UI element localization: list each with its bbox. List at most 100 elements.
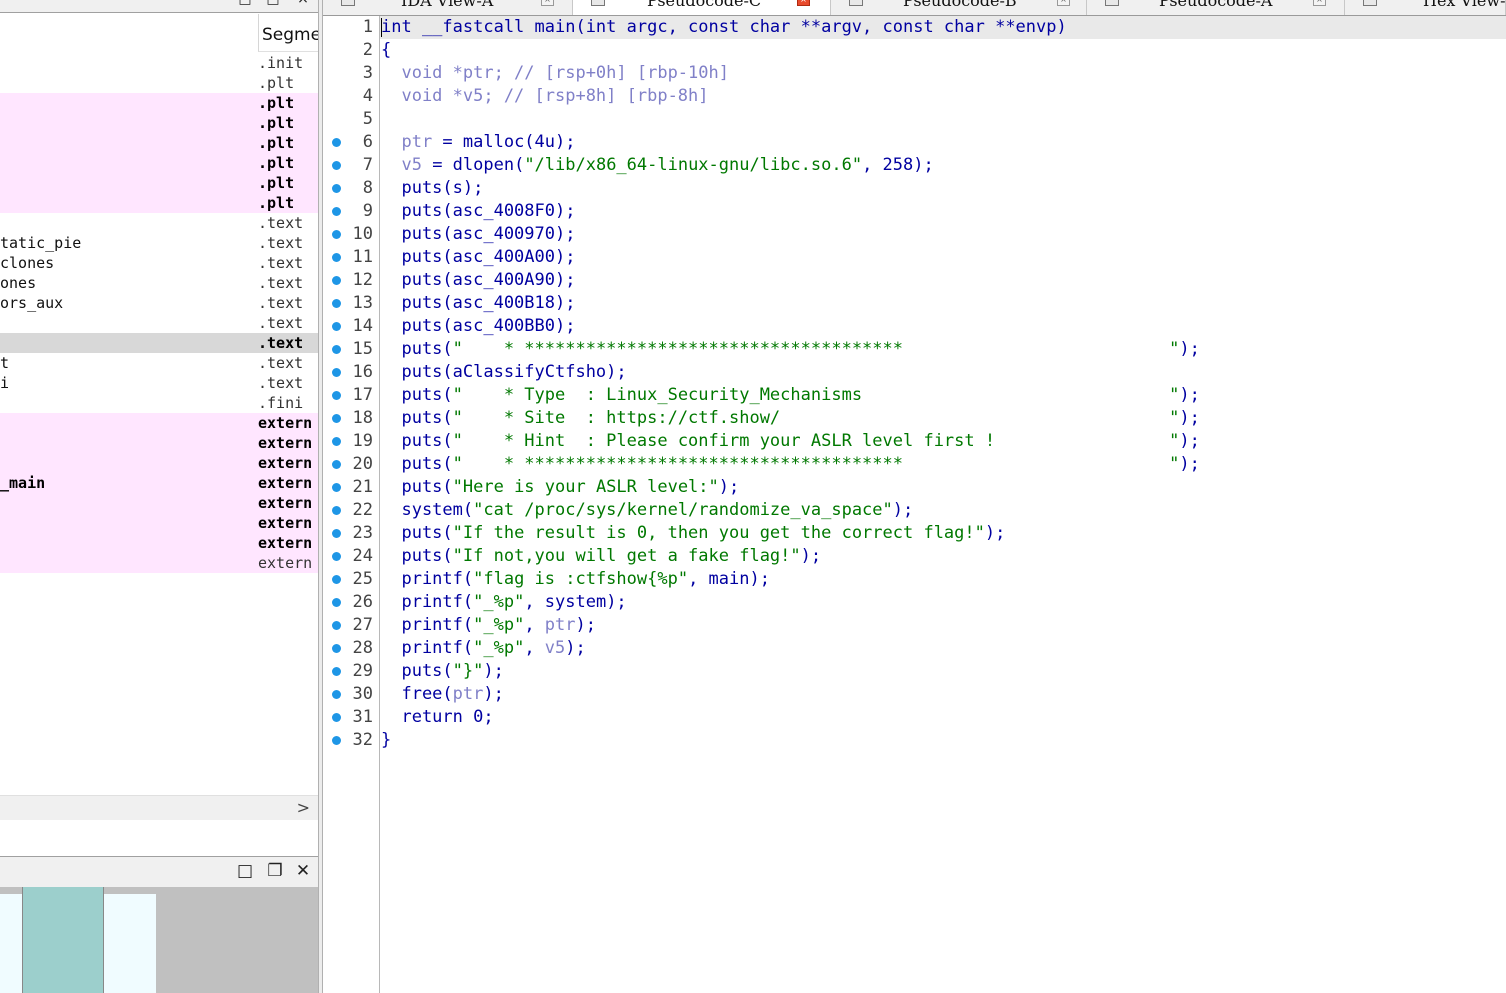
breakpoint-dot-icon[interactable] [332, 299, 341, 308]
breakpoint-dot-icon[interactable] [332, 437, 341, 446]
breakpoint-dot-icon[interactable] [332, 345, 341, 354]
restore-icon[interactable]: □ [266, 0, 280, 6]
tab-pseudocode-b[interactable]: Pseudocode-B × [831, 0, 1087, 15]
function-row[interactable]: .plt [0, 93, 318, 113]
function-row[interactable]: .plt [0, 153, 318, 173]
function-row[interactable]: _main extern [0, 473, 318, 493]
breakpoint-dot-icon[interactable] [332, 552, 341, 561]
breakpoint-dot-icon[interactable] [332, 391, 341, 400]
horizontal-scrollbar[interactable]: > [0, 795, 318, 821]
function-row[interactable]: extern [0, 453, 318, 473]
breakpoint-dot-icon[interactable] [332, 414, 341, 423]
code-line[interactable]: 20 puts(" * ****************************… [323, 453, 1506, 476]
breakpoint-dot-icon[interactable] [332, 161, 341, 170]
code-line[interactable]: 1 int __fastcall main(int argc, const cha… [323, 16, 1506, 39]
code-line[interactable]: 16 puts(aClassifyCtfsho); [323, 361, 1506, 384]
tab-pseudocode-a[interactable]: Pseudocode-A × [1087, 0, 1345, 15]
breakpoint-dot-icon[interactable] [332, 736, 341, 745]
breakpoint-dot-icon[interactable] [332, 460, 341, 469]
tab-close-icon[interactable]: × [1057, 0, 1070, 6]
code-line[interactable]: 15 puts(" * ****************************… [323, 338, 1506, 361]
pseudocode-view[interactable]: 1 int __fastcall main(int argc, const cha… [323, 16, 1506, 993]
function-row[interactable]: .fini [0, 393, 318, 413]
code-line[interactable]: 7 v5 = dlopen("/lib/x86_64-linux-gnu/lib… [323, 154, 1506, 177]
tab-pseudocode-c[interactable]: Pseudocode-C × [573, 0, 831, 15]
breakpoint-dot-icon[interactable] [332, 621, 341, 630]
function-row[interactable]: i .text [0, 373, 318, 393]
code-line[interactable]: 3 void *ptr; // [rsp+0h] [rbp-10h] [323, 62, 1506, 85]
code-line[interactable]: 28 printf("_%p", v5); [323, 637, 1506, 660]
code-line[interactable]: 14 puts(asc_400BB0); [323, 315, 1506, 338]
code-line[interactable]: 26 printf("_%p", system); [323, 591, 1506, 614]
tab-close-icon[interactable]: × [797, 0, 810, 6]
tab-ida-view-a[interactable]: IDA View-A × [323, 0, 573, 15]
breakpoint-dot-icon[interactable] [332, 368, 341, 377]
code-line[interactable]: 5 [323, 108, 1506, 131]
code-line[interactable]: 12 puts(asc_400A90); [323, 269, 1506, 292]
code-line[interactable]: 22 system("cat /proc/sys/kernel/randomiz… [323, 499, 1506, 522]
function-row[interactable]: ones .text [0, 273, 318, 293]
breakpoint-dot-icon[interactable] [332, 138, 341, 147]
function-row[interactable]: ors_aux .text [0, 293, 318, 313]
close-icon[interactable]: ✕ [294, 862, 312, 880]
code-line[interactable]: 4 void *v5; // [rsp+8h] [rbp-8h] [323, 85, 1506, 108]
tab-close-icon[interactable]: × [541, 0, 554, 6]
breakpoint-dot-icon[interactable] [332, 506, 341, 515]
function-row[interactable]: .plt [0, 193, 318, 213]
breakpoint-dot-icon[interactable] [332, 690, 341, 699]
function-row[interactable]: .plt [0, 133, 318, 153]
navigator-viewport[interactable] [22, 887, 104, 993]
code-line[interactable]: 29 puts("}"); [323, 660, 1506, 683]
maximize-icon[interactable]: □ [236, 862, 254, 880]
breakpoint-dot-icon[interactable] [332, 276, 341, 285]
breakpoint-dot-icon[interactable] [332, 667, 341, 676]
function-row[interactable]: extern [0, 513, 318, 533]
code-line[interactable]: 10 puts(asc_400970); [323, 223, 1506, 246]
function-row[interactable]: extern [0, 413, 318, 433]
function-row[interactable]: .plt [0, 173, 318, 193]
function-row[interactable]: extern [0, 533, 318, 553]
code-line[interactable]: 21 puts("Here is your ASLR level:"); [323, 476, 1506, 499]
function-row[interactable]: .text [0, 313, 318, 333]
tab-close-icon[interactable]: × [1313, 0, 1326, 6]
close-icon[interactable]: × [296, 0, 310, 6]
code-line[interactable]: 2{ [323, 39, 1506, 62]
breakpoint-dot-icon[interactable] [332, 230, 341, 239]
code-line[interactable]: 24 puts("If not,you will get a fake flag… [323, 545, 1506, 568]
code-line[interactable]: 30 free(ptr); [323, 683, 1506, 706]
function-row[interactable]: extern [0, 433, 318, 453]
breakpoint-dot-icon[interactable] [332, 322, 341, 331]
function-row[interactable]: clones .text [0, 253, 318, 273]
breakpoint-dot-icon[interactable] [332, 253, 341, 262]
function-row[interactable]: .plt [0, 73, 318, 93]
code-line[interactable]: 17 puts(" * Type : Linux_Security_Mechan… [323, 384, 1506, 407]
code-line[interactable]: 32} [323, 729, 1506, 752]
breakpoint-dot-icon[interactable] [332, 529, 341, 538]
function-row[interactable]: extern [0, 493, 318, 513]
code-line[interactable]: 18 puts(" * Site : https://ctf.show/ "); [323, 407, 1506, 430]
function-row[interactable]: t .text [0, 353, 318, 373]
segment-column-header[interactable]: Segme [258, 14, 321, 52]
breakpoint-dot-icon[interactable] [332, 713, 341, 722]
function-row[interactable]: .plt [0, 113, 318, 133]
code-line[interactable]: 13 puts(asc_400B18); [323, 292, 1506, 315]
breakpoint-dot-icon[interactable] [332, 575, 341, 584]
code-line[interactable]: 19 puts(" * Hint : Please confirm your A… [323, 430, 1506, 453]
code-line[interactable]: 27 printf("_%p", ptr); [323, 614, 1506, 637]
code-line[interactable]: 6 ptr = malloc(4u); [323, 131, 1506, 154]
restore-icon[interactable]: ❐ [266, 862, 284, 880]
tab-hex-view[interactable]: Hex View- [1345, 0, 1506, 15]
breakpoint-dot-icon[interactable] [332, 207, 341, 216]
overview-navigator[interactable] [0, 887, 318, 993]
code-line[interactable]: 11 puts(asc_400A00); [323, 246, 1506, 269]
function-row[interactable]: .text [0, 213, 318, 233]
code-line[interactable]: 9 puts(asc_4008F0); [323, 200, 1506, 223]
code-line[interactable]: 8 puts(s); [323, 177, 1506, 200]
breakpoint-dot-icon[interactable] [332, 483, 341, 492]
breakpoint-dot-icon[interactable] [332, 184, 341, 193]
breakpoint-dot-icon[interactable] [332, 644, 341, 653]
code-line[interactable]: 23 puts("If the result is 0, then you ge… [323, 522, 1506, 545]
code-line[interactable]: 31 return 0; [323, 706, 1506, 729]
function-row[interactable]: .text [0, 333, 318, 353]
code-line[interactable]: 25 printf("flag is :ctfshow{%p", main); [323, 568, 1506, 591]
